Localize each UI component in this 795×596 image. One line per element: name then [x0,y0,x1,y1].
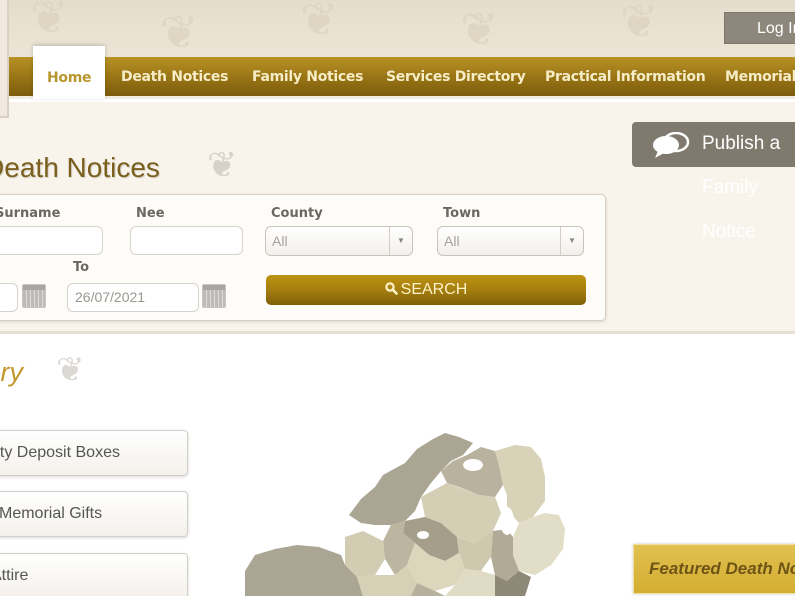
search-button[interactable]: SEARCH [266,275,586,305]
publish-notice-label: Publish a Family Notice [702,133,781,242]
main-nav: Home Death Notices Family Notices Servic… [0,46,795,99]
magnifier-icon [384,282,398,295]
calendar-icon[interactable] [22,284,46,308]
publish-notice-button[interactable]: Publish a Family Notice [632,122,795,242]
directory-item[interactable]: Attire [0,553,188,596]
login-button[interactable]: Log In [724,12,795,44]
directory-item-label: Memorial Gifts [0,505,103,522]
county-map [245,433,565,596]
calendar-icon[interactable] [202,284,226,308]
maple-leaf-icon: ❦ [207,144,238,185]
directory-item[interactable]: Safety Deposit Boxes [0,430,188,476]
nav-item-family-notices[interactable]: Family Notices [252,57,363,99]
map-lough-foyle [463,459,483,471]
from-date-input[interactable] [0,283,18,312]
death-notice-search-section: Publish a Family Notice Latest Death Not… [0,102,795,334]
maple-leaf-decoration-icon: ❦ [300,0,339,45]
site-header: ❦ ❦ ❦ ❦ ❦ Log In [0,0,795,58]
maple-leaf-decoration-icon: ❦ [160,6,199,58]
map-lough-erne [417,531,429,539]
chevron-down-icon: ▼ [560,227,583,255]
directory-title: Services Directory [0,357,24,387]
map-county-down[interactable] [513,513,565,575]
logo-frame [0,0,9,118]
nav-item-home[interactable]: Home [33,46,106,99]
town-label: Town [443,206,481,221]
featured-death-notices-header: Featured Death Notices [633,544,795,594]
chevron-down-icon: ▼ [389,227,412,255]
maple-leaf-icon: ❦ [56,351,85,389]
directory-item-label: Safety Deposit Boxes [0,444,120,461]
to-date-input[interactable]: 26/07/2021 [67,283,199,312]
map-county-sligo[interactable] [345,531,385,577]
speech-bubbles-icon [653,132,690,158]
nav-item-memorials[interactable]: Memorials [725,57,795,99]
nav-item-death-notices[interactable]: Death Notices [121,57,228,99]
directory-item-label: Attire [0,567,29,584]
county-select[interactable]: All ▼ [265,226,413,256]
nee-input[interactable] [130,226,243,255]
maple-leaf-decoration-icon: ❦ [460,3,499,55]
county-select-value: All [272,233,288,249]
nav-item-services-directory[interactable]: Services Directory [386,57,526,99]
town-select-value: All [444,233,460,249]
maple-leaf-decoration-icon: ❦ [620,0,659,47]
map-lough-neagh [500,507,514,535]
search-form: Surname Nee County All ▼ Town All ▼ To 2… [0,194,606,321]
town-select[interactable]: All ▼ [437,226,584,256]
surname-input[interactable] [0,226,103,255]
nav-item-practical-information[interactable]: Practical Information [545,57,706,99]
county-label: County [271,206,323,221]
search-section-title: Latest Death Notices [0,152,160,183]
search-button-label: SEARCH [400,281,468,298]
maple-leaf-decoration-icon: ❦ [30,0,69,43]
directory-item[interactable]: Memorial Gifts [0,491,188,537]
to-date-label: To [73,260,90,275]
nee-label: Nee [136,206,165,221]
surname-label: Surname [0,206,61,221]
